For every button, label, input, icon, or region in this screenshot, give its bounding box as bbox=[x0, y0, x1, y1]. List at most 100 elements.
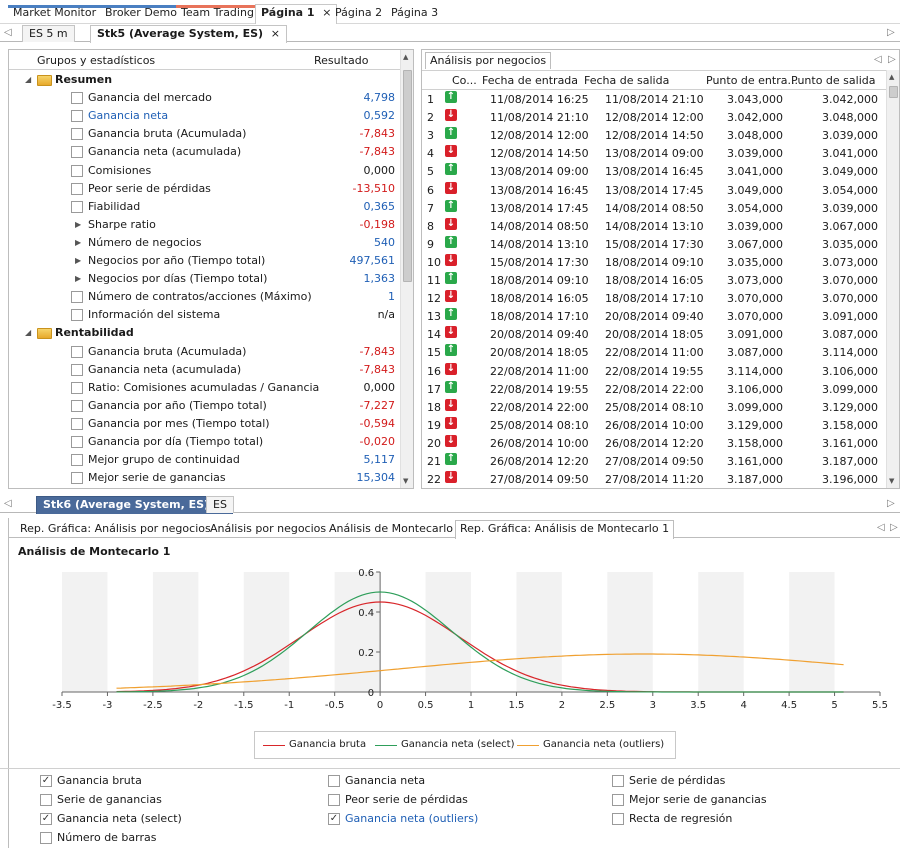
trade-row[interactable]: 9 ↑ 14/08/2014 13:10 15/08/2014 17:30 3.067,… bbox=[422, 235, 886, 254]
scroll-left-icon[interactable]: ◁ bbox=[874, 54, 882, 65]
expand-icon[interactable]: ▶ bbox=[75, 216, 81, 234]
scroll-left-icon[interactable]: ◁ bbox=[877, 522, 885, 533]
trade-row[interactable]: 19 ↓ 25/08/2014 08:10 26/08/2014 10:00 3.129… bbox=[422, 416, 886, 435]
expand-icon[interactable]: ▶ bbox=[75, 234, 81, 252]
tree-row[interactable]: ▶ Número de negocios 540 bbox=[9, 234, 401, 252]
scroll-right-icon[interactable]: ▷ bbox=[888, 54, 896, 65]
column-co-header[interactable]: Co... bbox=[452, 74, 477, 87]
checkbox-box[interactable]: ✓ bbox=[40, 813, 52, 825]
checkbox-box[interactable] bbox=[612, 775, 624, 787]
tab-rep-grafica-montecarlo[interactable]: Rep. Gráfica: Análisis de Montecarlo 1 bbox=[455, 520, 675, 539]
scroll-left-icon[interactable]: ◁ bbox=[4, 27, 12, 38]
column-entry-point-header[interactable]: Punto de entra... bbox=[706, 74, 798, 87]
trade-row[interactable]: 21 ↑ 26/08/2014 12:20 27/08/2014 09:50 3.161… bbox=[422, 453, 886, 471]
tree-row[interactable]: Ganancia bruta (Acumulada) -7,843 bbox=[9, 125, 401, 143]
trade-row[interactable]: 20 ↓ 26/08/2014 10:00 26/08/2014 12:20 3.158… bbox=[422, 434, 886, 453]
trade-row[interactable]: 10 ↓ 15/08/2014 17:30 18/08/2014 09:10 3.035… bbox=[422, 253, 886, 272]
trade-row[interactable]: 22 ↓ 27/08/2014 09:50 27/08/2014 11:20 3.187… bbox=[422, 471, 886, 488]
trade-row[interactable]: 18 ↓ 22/08/2014 22:00 25/08/2014 08:10 3.099… bbox=[422, 398, 886, 417]
row-checkbox[interactable] bbox=[71, 309, 83, 322]
row-checkbox[interactable] bbox=[71, 200, 83, 213]
scroll-down-icon[interactable]: ▼ bbox=[403, 477, 408, 485]
trade-row[interactable]: 2 ↓ 11/08/2014 21:10 12/08/2014 12:00 3.042,… bbox=[422, 109, 886, 127]
scroll-right-icon[interactable]: ▷ bbox=[890, 522, 898, 533]
trade-row[interactable]: 8 ↓ 14/08/2014 08:50 14/08/2014 13:10 3.039,… bbox=[422, 217, 886, 236]
trade-row[interactable]: 16 ↓ 22/08/2014 11:00 22/08/2014 19:55 3.114… bbox=[422, 362, 886, 381]
trade-row[interactable]: 11 ↑ 18/08/2014 09:10 18/08/2014 16:05 3.073… bbox=[422, 272, 886, 290]
row-checkbox[interactable] bbox=[71, 291, 83, 304]
scrollbar-thumb[interactable] bbox=[889, 86, 898, 98]
tree-row[interactable]: Ratio: Comisiones acumuladas / Ganancia 0… bbox=[9, 379, 401, 397]
row-checkbox[interactable] bbox=[71, 472, 83, 485]
expand-icon[interactable]: ▶ bbox=[75, 252, 81, 270]
tab-analisis-montecarlo[interactable]: Análisis de Montecarlo 1 bbox=[329, 521, 463, 538]
trade-row[interactable]: 4 ↓ 12/08/2014 14:50 13/08/2014 09:00 3.039,… bbox=[422, 145, 886, 163]
column-exit-point-header[interactable]: Punto de salida bbox=[791, 74, 875, 87]
tree-row[interactable]: ▶ Negocios por año (Tiempo total) 497,561 bbox=[9, 252, 401, 270]
row-checkbox[interactable] bbox=[71, 146, 83, 159]
row-checkbox[interactable] bbox=[71, 182, 83, 195]
tab-analisis-negocios[interactable]: Análisis por negocios bbox=[210, 521, 326, 538]
tab-pagina-3[interactable]: Página 3 bbox=[386, 5, 443, 23]
tab-pagina-2[interactable]: Página 2 bbox=[330, 5, 387, 23]
tree-row[interactable]: Peor serie de pérdidas -13,510 bbox=[9, 180, 401, 198]
checkbox-box[interactable]: ✓ bbox=[40, 775, 52, 787]
tree-row[interactable]: Fiabilidad 0,365 bbox=[9, 198, 401, 216]
tree-group-row[interactable]: ◢ Rentabilidad bbox=[9, 324, 401, 342]
row-checkbox[interactable] bbox=[71, 436, 83, 448]
tree-row[interactable]: Ganancia bruta (Acumulada) -7,843 bbox=[9, 343, 401, 361]
trade-row[interactable]: 14 ↓ 20/08/2014 09:40 20/08/2014 18:05 3.091… bbox=[422, 326, 886, 344]
tab-stk6[interactable]: Stk6 (Average System, ES) × bbox=[36, 496, 233, 514]
vertical-scrollbar[interactable]: ▲ ▼ bbox=[886, 70, 899, 488]
tree-row[interactable]: Ganancia por año (Tiempo total) -7,227 bbox=[9, 397, 401, 415]
trade-row[interactable]: 1 ↑ 11/08/2014 16:25 11/08/2014 21:10 3.043,… bbox=[422, 91, 886, 109]
tree-row[interactable]: Mejor serie de ganancias 15,304 bbox=[9, 469, 401, 487]
tab-rep-grafica-negocios[interactable]: Rep. Gráfica: Análisis por negocios bbox=[20, 521, 211, 538]
trade-row[interactable]: 6 ↓ 13/08/2014 16:45 13/08/2014 17:45 3.049,… bbox=[422, 181, 886, 200]
row-checkbox[interactable] bbox=[71, 454, 83, 467]
row-checkbox[interactable] bbox=[71, 363, 83, 376]
tab-es-5m[interactable]: ES 5 m bbox=[22, 25, 75, 42]
trade-row[interactable]: 5 ↑ 13/08/2014 09:00 13/08/2014 16:45 3.041,… bbox=[422, 163, 886, 181]
tab-pagina-1[interactable]: Página 1 × bbox=[255, 4, 338, 25]
collapse-icon[interactable]: ◢ bbox=[25, 71, 31, 89]
row-checkbox[interactable] bbox=[71, 164, 83, 177]
row-checkbox[interactable] bbox=[71, 399, 83, 412]
tree-row[interactable]: Ganancia neta (acumulada) -7,843 bbox=[9, 143, 401, 161]
expand-icon[interactable]: ▶ bbox=[75, 270, 81, 288]
scrollbar-thumb[interactable] bbox=[403, 70, 412, 282]
row-checkbox[interactable] bbox=[71, 417, 83, 430]
scroll-right-icon[interactable]: ▷ bbox=[887, 498, 895, 509]
row-checkbox[interactable] bbox=[71, 92, 83, 105]
scroll-up-icon[interactable]: ▲ bbox=[403, 53, 408, 61]
tab-stk5[interactable]: Stk5 (Average System, ES) × bbox=[90, 25, 287, 43]
tab-broker-demo[interactable]: Broker Demo bbox=[100, 5, 183, 23]
tree-group-row[interactable]: ◢ Resumen bbox=[9, 71, 401, 89]
column-groups-header[interactable]: Grupos y estadísticos bbox=[37, 54, 155, 67]
scroll-up-icon[interactable]: ▲ bbox=[889, 73, 894, 81]
tree-row[interactable]: Información del sistema n/a bbox=[9, 306, 401, 324]
row-checkbox[interactable] bbox=[71, 345, 83, 358]
scroll-left-icon[interactable]: ◁ bbox=[4, 498, 12, 509]
tree-row[interactable]: ▶ Sharpe ratio -0,198 bbox=[9, 216, 401, 234]
tab-market-monitor[interactable]: Market Monitor bbox=[8, 5, 102, 23]
tree-row[interactable]: Mejor grupo de continuidad 5,117 bbox=[9, 451, 401, 469]
close-icon[interactable]: × bbox=[271, 27, 280, 40]
scroll-right-icon[interactable]: ▷ bbox=[887, 27, 895, 38]
trade-row[interactable]: 17 ↑ 22/08/2014 19:55 22/08/2014 22:00 3.106… bbox=[422, 380, 886, 399]
tab-es[interactable]: ES bbox=[206, 496, 234, 513]
tree-row[interactable]: Ganancia neta 0,592 bbox=[9, 107, 401, 125]
trade-row[interactable]: 3 ↑ 12/08/2014 12:00 12/08/2014 14:50 3.048,… bbox=[422, 127, 886, 145]
tree-row[interactable]: Ganancia neta (acumulada) -7,843 bbox=[9, 361, 401, 379]
tree-row[interactable]: ▶ Negocios por días (Tiempo total) 1,363 bbox=[9, 270, 401, 288]
checkbox-box[interactable] bbox=[612, 813, 624, 825]
trade-row[interactable]: 7 ↑ 13/08/2014 17:45 14/08/2014 08:50 3.054,… bbox=[422, 199, 886, 218]
tab-team-trading[interactable]: Team Trading bbox=[176, 5, 259, 23]
checkbox-box[interactable]: ✓ bbox=[328, 813, 340, 825]
tree-row[interactable]: Ganancia por mes (Tiempo total) -0,594 bbox=[9, 415, 401, 433]
checkbox-box[interactable] bbox=[328, 794, 340, 806]
checkbox-box[interactable] bbox=[40, 794, 52, 806]
row-checkbox[interactable] bbox=[71, 128, 83, 141]
row-checkbox[interactable] bbox=[71, 381, 83, 394]
column-exit-date-header[interactable]: Fecha de salida bbox=[584, 74, 669, 87]
